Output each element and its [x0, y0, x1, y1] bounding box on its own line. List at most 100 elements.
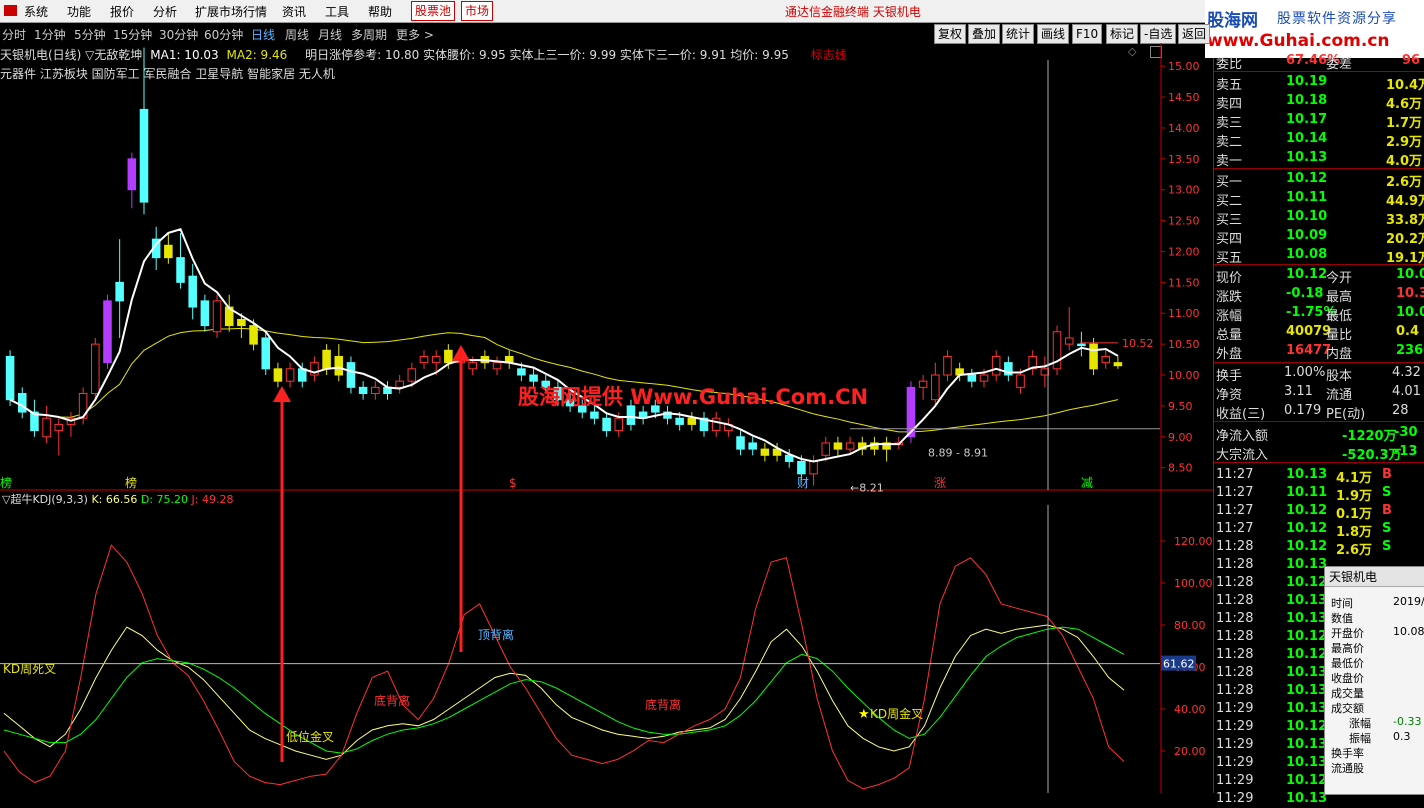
kdj-tick-label: 80.00: [1174, 619, 1206, 632]
bid-price: 10.12: [1286, 171, 1328, 186]
candle: [5, 355, 15, 401]
price-tick-label: 12.00: [1168, 245, 1200, 258]
tick-price: 10.12: [1286, 539, 1328, 554]
candle: [943, 355, 952, 376]
tick-price: 10.12: [1286, 647, 1328, 662]
candle: [164, 244, 173, 259]
candle: [517, 368, 526, 376]
candle: [42, 417, 51, 438]
tick-price: 10.12: [1286, 719, 1328, 734]
watermark-text: 股海网提供 Www.Guhai.Com.CN: [518, 385, 868, 409]
event-marker: 榜: [0, 475, 12, 490]
candle: [991, 355, 1001, 376]
quote-value: -0.18: [1286, 286, 1324, 301]
kdj-header: ▽超牛KDJ(9,3,3) K: 66.56 D: 75.20 J: 49.28: [2, 492, 233, 506]
ask-volume: 1.7万: [1386, 116, 1423, 131]
tick-price: 10.12: [1286, 521, 1328, 536]
popup-label: 换手率: [1331, 747, 1364, 760]
price-tick-label: 15.00: [1168, 60, 1200, 73]
tick-row: 11:27 10.12 1.8万 S: [1214, 520, 1424, 540]
popup-label: 最高价: [1331, 642, 1364, 655]
candle: [297, 368, 307, 382]
kdj-annotation: 低位金叉: [286, 729, 334, 744]
tick-price: 10.13: [1286, 467, 1328, 482]
bid-volume: 33.8万: [1386, 213, 1424, 228]
bid-row: 买五10.0819.1万: [1214, 246, 1424, 266]
kdj-annotation: 底背离: [374, 693, 410, 708]
popup-value: 10.08: [1393, 625, 1424, 638]
tick-price: 10.13: [1286, 791, 1328, 806]
quote-label: 最高: [1326, 290, 1353, 305]
panel-separator: [1214, 264, 1424, 265]
brand-watermark: 股海网 股票软件资源分享 www.Guhai.com.cn: [1205, 0, 1424, 58]
quote-row: 涨幅 -1.75% 最低 10.0: [1214, 304, 1424, 324]
stat-row: 收益(三) 0.179 PE(动) 28: [1214, 402, 1424, 422]
tick-time: 11:27: [1216, 467, 1254, 482]
candle: [1113, 362, 1123, 367]
kdj-annotation: KD周死叉: [3, 662, 56, 676]
tick-time: 11:28: [1216, 683, 1254, 698]
tick-price: 10.13: [1286, 557, 1328, 572]
candle: [614, 417, 624, 432]
tick-price: 10.13: [1286, 737, 1328, 752]
bid-diff: 96: [1402, 53, 1421, 68]
candle: [711, 417, 721, 432]
quote-value: 10.0: [1396, 267, 1424, 282]
panel-separator: [1214, 362, 1424, 363]
tick-time: 11:29: [1216, 773, 1254, 788]
ma2-line: [9, 327, 1119, 433]
kdj-tick-label: 20.00: [1174, 745, 1206, 758]
kdj-header-part: K: 66.56: [88, 493, 137, 506]
ask-price: 10.19: [1286, 74, 1328, 89]
event-marker: $: [509, 476, 517, 490]
flow-value: -520.3万: [1342, 448, 1402, 463]
kdj-header-part: J: 49.28: [188, 493, 233, 506]
tick-time: 11:28: [1216, 593, 1254, 608]
data-window-popup[interactable]: 天银机电 时间 2019/数值 开盘价 10.08 最高价 最低价 收盘价 成交量 成交额 涨幅 -…: [1324, 566, 1424, 795]
tick-time: 11:28: [1216, 611, 1254, 626]
flow-value: -13: [1394, 444, 1418, 459]
bid-row: 买四 10.09 20.2万: [1214, 227, 1424, 247]
candle: [285, 368, 295, 382]
candle: [748, 442, 757, 450]
stat-value: 1.00%: [1284, 365, 1326, 380]
bid-price: 10.08: [1286, 247, 1328, 262]
kline-chart[interactable]: 15.00 14.50 14.00 13.50 13.00 12.50 12.00 11.50…: [0, 0, 1213, 793]
ask-volume: 2.9万: [1386, 135, 1423, 150]
quote-row: 总量 40079 量比 0.4: [1214, 323, 1424, 343]
flow-row: 净流入额 -1220万 -30: [1214, 424, 1424, 444]
bid-volume: 2.6万: [1386, 175, 1423, 190]
price-tick-label: 9.00: [1168, 431, 1193, 444]
ask-label: 卖五: [1216, 78, 1243, 93]
popup-value: 0.3: [1393, 730, 1411, 743]
low-label: ←8.21: [850, 482, 884, 495]
flow-value: -1220万: [1342, 429, 1397, 444]
bid-volume: 20.2万: [1386, 232, 1424, 247]
ask-volume: 4.6万: [1386, 97, 1423, 112]
tick-price: 10.13: [1286, 665, 1328, 680]
panel-separator: [1214, 168, 1424, 169]
tick-time: 11:28: [1216, 575, 1254, 590]
stat-value: 4.01: [1392, 384, 1421, 399]
bid-label: 买四: [1216, 232, 1243, 247]
candle: [967, 374, 977, 382]
candle: [590, 411, 599, 419]
price-tick-label: 12.50: [1168, 215, 1200, 228]
candle: [419, 355, 429, 364]
candle: [931, 374, 940, 401]
candle: [760, 448, 770, 456]
tick-time: 11:28: [1216, 629, 1254, 644]
panel-separator: [1214, 462, 1424, 463]
candle: [17, 393, 27, 413]
tick-row: 11:27 10.11 1.9万 S: [1214, 484, 1424, 504]
candle: [273, 368, 283, 382]
candle: [212, 300, 222, 333]
ask-volume: 4.0万: [1386, 154, 1423, 169]
candle: [1089, 343, 1098, 370]
candle: [821, 442, 831, 456]
quote-label: 涨幅: [1216, 309, 1243, 324]
candle: [492, 362, 502, 370]
quote-label: 外盘: [1216, 347, 1243, 362]
price-tick-label: 13.50: [1168, 153, 1200, 166]
bid-row: 买三 10.10 33.8万: [1214, 208, 1424, 228]
